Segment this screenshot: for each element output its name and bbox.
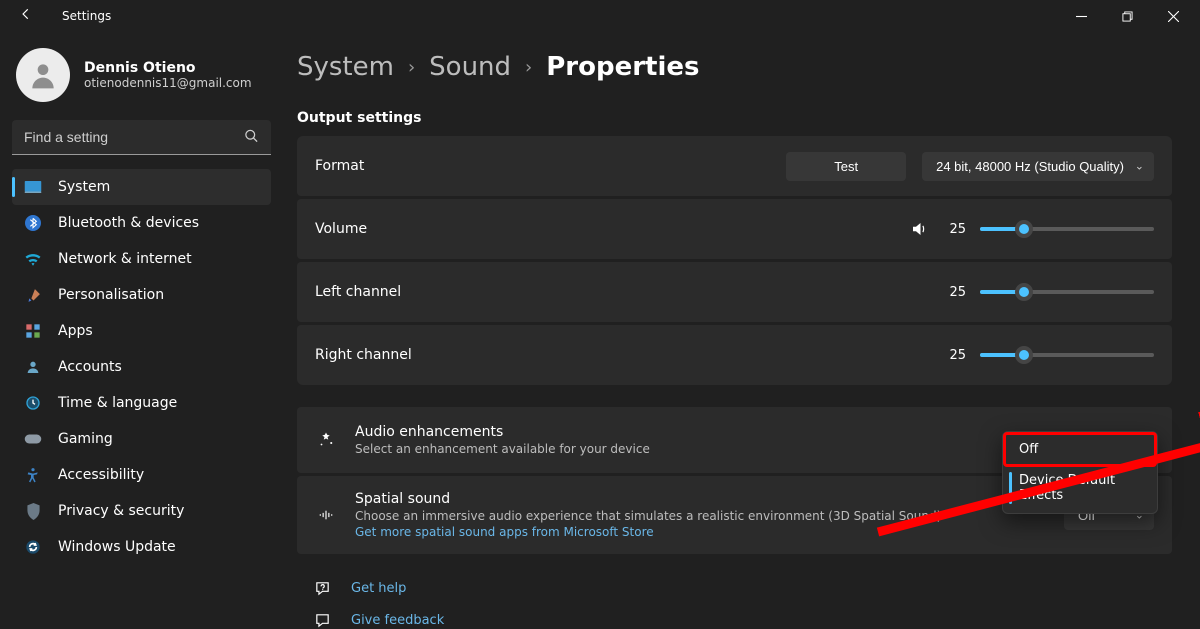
spatial-link[interactable]: Get more spatial sound apps from Microso… (355, 525, 941, 539)
row-right-channel: Right channel 25 (297, 325, 1172, 385)
sidebar-item-network[interactable]: Network & internet (12, 241, 271, 277)
sidebar-item-label: Privacy & security (58, 503, 184, 519)
row-volume: Volume 25 (297, 199, 1172, 259)
sidebar-item-label: Windows Update (58, 539, 176, 555)
volume-slider[interactable] (980, 219, 1154, 239)
row-left-channel: Left channel 25 (297, 262, 1172, 322)
menu-item-device-default[interactable]: Device Default Effects (1005, 465, 1155, 511)
sidebar-item-update[interactable]: Windows Update (12, 529, 271, 565)
maximize-button[interactable] (1104, 0, 1150, 32)
breadcrumb: System › Sound › Properties (297, 52, 1172, 82)
format-dropdown[interactable]: 24 bit, 48000 Hz (Studio Quality) ⌄ (922, 152, 1154, 181)
sidebar-item-bluetooth[interactable]: Bluetooth & devices (12, 205, 271, 241)
right-channel-slider[interactable] (980, 345, 1154, 365)
speaker-icon[interactable] (910, 220, 928, 238)
right-channel-label: Right channel (315, 347, 412, 363)
sidebar-item-label: Network & internet (58, 251, 192, 267)
help-icon (311, 580, 333, 597)
audio-enh-title: Audio enhancements (355, 424, 650, 440)
sidebar-item-label: Bluetooth & devices (58, 215, 199, 231)
enhancements-icon (315, 431, 337, 449)
chevron-down-icon: ⌄ (1135, 160, 1144, 173)
search-input[interactable] (12, 120, 271, 155)
test-button[interactable]: Test (786, 152, 906, 181)
update-icon (24, 538, 42, 556)
left-channel-label: Left channel (315, 284, 401, 300)
titlebar: Settings (0, 0, 1200, 32)
spatial-icon (315, 507, 337, 523)
sidebar-item-label: System (58, 179, 110, 195)
brush-icon (24, 286, 42, 304)
avatar (16, 48, 70, 102)
minimize-button[interactable] (1058, 0, 1104, 32)
app-title: Settings (62, 9, 111, 23)
menu-item-off[interactable]: Off (1005, 434, 1155, 465)
apps-icon (24, 322, 42, 340)
feedback-icon (311, 612, 333, 629)
audio-enh-sub: Select an enhancement available for your… (355, 442, 650, 456)
spatial-sub: Choose an immersive audio experience tha… (355, 509, 941, 523)
breadcrumb-sound[interactable]: Sound (429, 52, 511, 82)
accessibility-icon (24, 466, 42, 484)
right-channel-value: 25 (942, 348, 966, 363)
chevron-right-icon: › (525, 57, 532, 78)
system-icon (24, 178, 42, 196)
volume-value: 25 (942, 222, 966, 237)
bluetooth-icon (24, 214, 42, 232)
sidebar-item-apps[interactable]: Apps (12, 313, 271, 349)
page-title: Properties (546, 52, 699, 82)
audio-enhancements-menu: Off Device Default Effects (1002, 431, 1158, 514)
sidebar-item-label: Time & language (58, 395, 177, 411)
accounts-icon (24, 358, 42, 376)
back-button[interactable] (18, 7, 34, 25)
sidebar-item-label: Accounts (58, 359, 122, 375)
sidebar-item-personalisation[interactable]: Personalisation (12, 277, 271, 313)
sidebar-item-gaming[interactable]: Gaming (12, 421, 271, 457)
shield-icon (24, 502, 42, 520)
section-output-label: Output settings (297, 110, 1172, 126)
sidebar-item-label: Apps (58, 323, 93, 339)
sidebar-item-label: Personalisation (58, 287, 164, 303)
sidebar-item-accounts[interactable]: Accounts (12, 349, 271, 385)
sidebar-item-privacy[interactable]: Privacy & security (12, 493, 271, 529)
sidebar: Dennis Otieno otienodennis11@gmail.com S… (0, 32, 283, 629)
volume-label: Volume (315, 221, 367, 237)
breadcrumb-system[interactable]: System (297, 52, 394, 82)
left-channel-value: 25 (942, 285, 966, 300)
close-button[interactable] (1150, 0, 1196, 32)
row-format: Format Test 24 bit, 48000 Hz (Studio Qua… (297, 136, 1172, 196)
spatial-title: Spatial sound (355, 491, 941, 507)
sidebar-item-label: Gaming (58, 431, 113, 447)
sidebar-item-accessibility[interactable]: Accessibility (12, 457, 271, 493)
format-label: Format (315, 158, 364, 174)
clock-icon (24, 394, 42, 412)
main-panel: System › Sound › Properties Output setti… (283, 32, 1200, 629)
left-channel-slider[interactable] (980, 282, 1154, 302)
sidebar-item-system[interactable]: System (12, 169, 271, 205)
sidebar-item-label: Accessibility (58, 467, 144, 483)
user-email: otienodennis11@gmail.com (84, 76, 252, 90)
sidebar-item-time[interactable]: Time & language (12, 385, 271, 421)
chevron-right-icon: › (408, 57, 415, 78)
feedback-link[interactable]: Give feedback (311, 604, 1144, 629)
user-block[interactable]: Dennis Otieno otienodennis11@gmail.com (12, 48, 271, 120)
wifi-icon (24, 250, 42, 268)
user-name: Dennis Otieno (84, 60, 252, 76)
search-icon (244, 128, 259, 147)
get-help-link[interactable]: Get help (311, 572, 1144, 604)
gaming-icon (24, 430, 42, 448)
